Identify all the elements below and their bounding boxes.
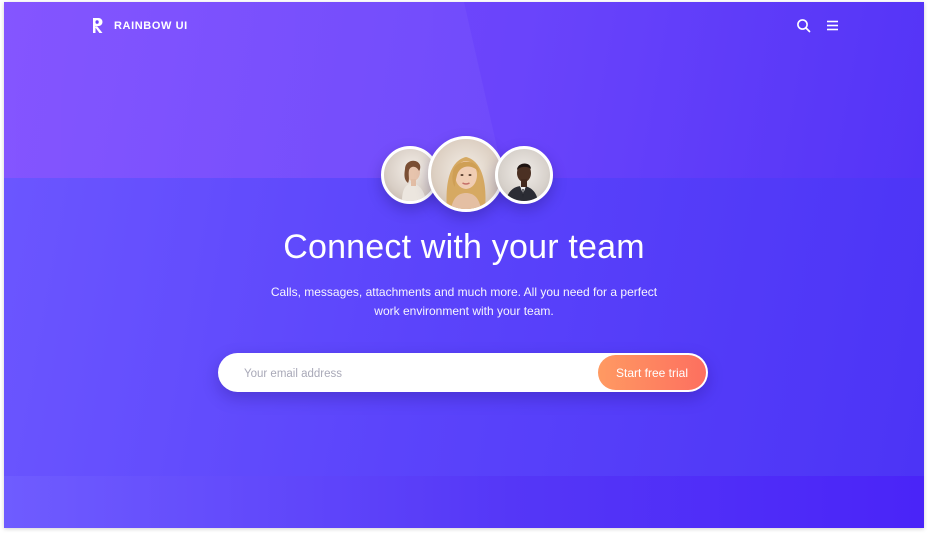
menu-button[interactable]	[824, 17, 842, 35]
hero-subtitle-line-1: Calls, messages, attachments and much mo…	[270, 285, 658, 299]
hero-subtitle: Calls, messages, attachments and much mo…	[264, 283, 664, 321]
team-avatar-man-profile	[495, 146, 553, 204]
hero-title: Connect with your team	[283, 228, 645, 266]
landing-page: RAINBOW UI Connect with your team Calls,…	[4, 2, 924, 528]
hero-subtitle-line-2: work environment with your team.	[374, 304, 554, 318]
blonde-woman-photo	[446, 157, 486, 209]
hero-middle-band	[4, 178, 924, 478]
start-free-trial-button[interactable]: Start free trial	[598, 355, 706, 390]
man-profile-photo	[506, 163, 538, 201]
hamburger-menu-icon	[824, 20, 842, 39]
search-button[interactable]	[795, 17, 813, 35]
search-icon	[795, 19, 813, 39]
brand-name: RAINBOW UI	[114, 19, 188, 32]
team-avatar-blonde-woman	[428, 136, 504, 212]
signup-form: Start free trial	[218, 353, 708, 394]
rainbow-r-logo-icon	[92, 17, 104, 34]
email-input[interactable]	[242, 353, 596, 394]
hero-bottom-band	[4, 476, 924, 528]
brand-logo[interactable]: RAINBOW UI	[92, 17, 188, 34]
